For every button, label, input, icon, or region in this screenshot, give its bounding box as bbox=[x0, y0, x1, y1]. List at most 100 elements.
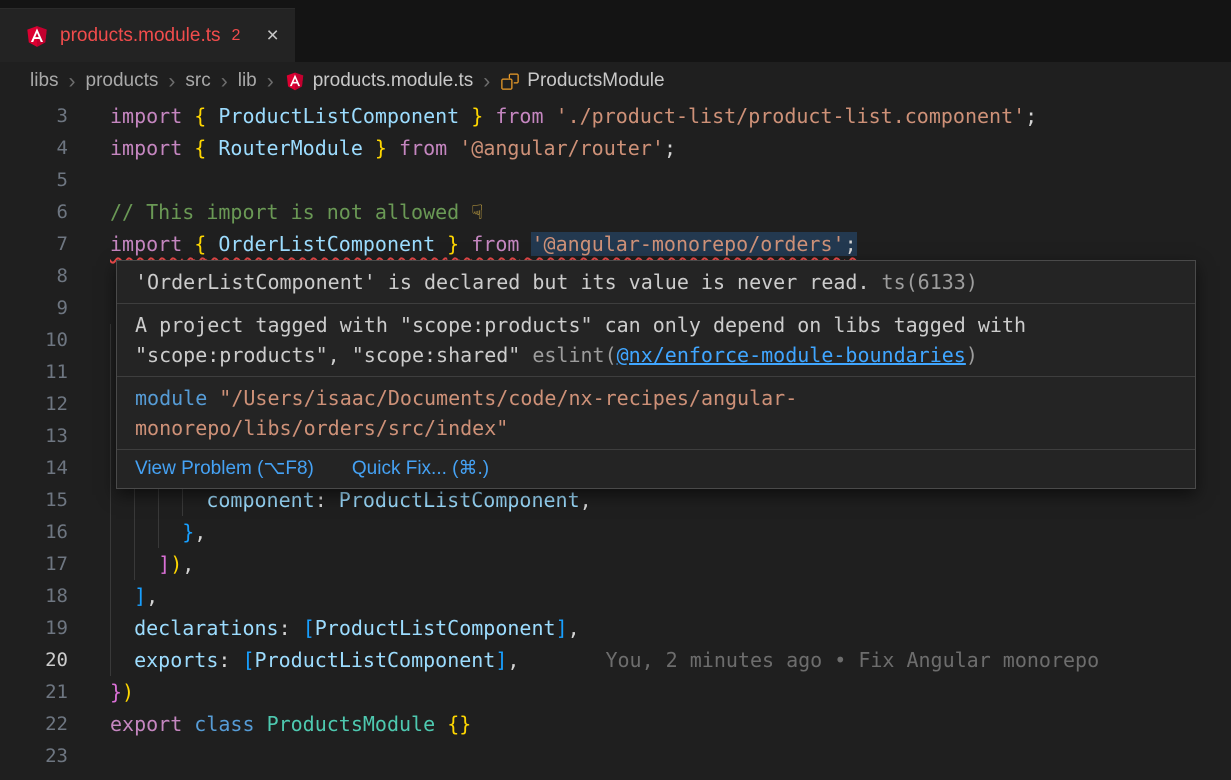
code-token bbox=[110, 584, 134, 608]
code-token: ] bbox=[134, 584, 146, 608]
code-token bbox=[110, 648, 134, 672]
breadcrumb-item-src[interactable]: src bbox=[185, 70, 210, 92]
code-token: import bbox=[110, 136, 182, 160]
indent-guide bbox=[110, 388, 111, 420]
line-number[interactable]: 14 bbox=[0, 452, 110, 484]
code-content[interactable]: ]), bbox=[110, 548, 194, 580]
code-token: from bbox=[471, 232, 519, 256]
code-token bbox=[110, 520, 182, 544]
code-content[interactable]: declarations: [ProductListComponent], bbox=[110, 612, 580, 644]
line-number[interactable]: 16 bbox=[0, 516, 110, 548]
code-token: } bbox=[182, 520, 194, 544]
line-number[interactable]: 10 bbox=[0, 324, 110, 356]
breadcrumb-item-products-module-ts[interactable]: products.module.ts bbox=[284, 70, 474, 92]
breadcrumb-item-libs[interactable]: libs bbox=[30, 70, 59, 92]
code-line-4: 4import { RouterModule } from '@angular/… bbox=[0, 132, 1231, 164]
line-number[interactable]: 12 bbox=[0, 388, 110, 420]
line-number[interactable]: 3 bbox=[0, 100, 110, 132]
code-token: , bbox=[580, 488, 592, 512]
angular-icon bbox=[284, 70, 306, 92]
code-token: RouterModule bbox=[206, 136, 375, 160]
line-number[interactable]: 8 bbox=[0, 260, 110, 292]
breadcrumb-item-lib[interactable]: lib bbox=[238, 70, 257, 92]
line-number[interactable]: 19 bbox=[0, 612, 110, 644]
breadcrumb-label: src bbox=[185, 70, 210, 92]
code-token bbox=[182, 232, 194, 256]
line-number[interactable]: 15 bbox=[0, 484, 110, 516]
code-token: ] bbox=[556, 616, 568, 640]
code-content[interactable]: export class ProductsModule {} bbox=[110, 708, 471, 740]
code-line-16: 16 }, bbox=[0, 516, 1231, 548]
line-number[interactable]: 21 bbox=[0, 676, 110, 708]
line-number[interactable]: 4 bbox=[0, 132, 110, 164]
hover-rows: 'OrderListComponent' is declared but its… bbox=[117, 261, 1195, 450]
tab-bar: products.module.ts 2 × bbox=[0, 0, 1231, 62]
code-token: : bbox=[218, 648, 242, 672]
hover-message-3: module "/Users/isaac/Documents/code/nx-r… bbox=[117, 377, 1195, 450]
code-token: [ bbox=[303, 616, 315, 640]
code-line-18: 18 ], bbox=[0, 580, 1231, 612]
code-token: export bbox=[110, 712, 182, 736]
code-content[interactable]: }) bbox=[110, 676, 134, 708]
editor: 3import { ProductListComponent } from '.… bbox=[0, 100, 1231, 780]
code-token: , bbox=[507, 648, 519, 672]
eslint-rule-link[interactable]: @nx/enforce-module-boundaries bbox=[617, 343, 966, 367]
line-number[interactable]: 5 bbox=[0, 164, 110, 196]
code-content[interactable]: // This import is not allowed ☟ bbox=[110, 196, 483, 228]
view-problem-action[interactable]: View Problem (⌥F8) bbox=[135, 456, 314, 482]
code-token bbox=[182, 104, 194, 128]
breadcrumb-item-products[interactable]: products bbox=[86, 70, 159, 92]
line-number[interactable]: 17 bbox=[0, 548, 110, 580]
code-token: exports bbox=[134, 648, 218, 672]
code-token bbox=[483, 104, 495, 128]
line-number[interactable]: 11 bbox=[0, 356, 110, 388]
code-content[interactable]: import { ProductListComponent } from './… bbox=[110, 100, 1037, 132]
line-number[interactable]: 18 bbox=[0, 580, 110, 612]
code-line-21: 21}) bbox=[0, 676, 1231, 708]
line-number[interactable]: 9 bbox=[0, 292, 110, 324]
code-token: ; bbox=[664, 136, 676, 160]
code-token: ] bbox=[495, 648, 507, 672]
code-token bbox=[459, 232, 471, 256]
indent-guide bbox=[110, 484, 111, 516]
indent-guide bbox=[110, 356, 111, 388]
code-token: from bbox=[399, 136, 447, 160]
code-token: '@angular/router' bbox=[459, 136, 664, 160]
code-content[interactable]: }, bbox=[110, 516, 206, 548]
code-token bbox=[447, 136, 459, 160]
breadcrumb-label: products bbox=[86, 70, 159, 92]
hover-message-line: 'OrderListComponent' is declared but its… bbox=[135, 267, 1177, 297]
code-token: ☟ bbox=[471, 200, 483, 224]
code-content[interactable]: import { OrderListComponent } from '@ang… bbox=[110, 228, 857, 260]
line-number[interactable]: 13 bbox=[0, 420, 110, 452]
line-number[interactable]: 22 bbox=[0, 708, 110, 740]
code-content[interactable]: exports: [ProductListComponent],You, 2 m… bbox=[110, 644, 1099, 676]
chevron-right-icon: › bbox=[483, 71, 490, 92]
hover-message-line: module "/Users/isaac/Documents/code/nx-r… bbox=[135, 383, 1177, 413]
code-token: { bbox=[194, 104, 206, 128]
line-number[interactable]: 7 bbox=[0, 228, 110, 260]
code-token: import bbox=[110, 232, 182, 256]
code-content[interactable]: ], bbox=[110, 580, 158, 612]
breadcrumb-item-productsmodule[interactable]: ProductsModule bbox=[500, 70, 664, 92]
indent-guide bbox=[110, 580, 111, 612]
code-token: } bbox=[471, 104, 483, 128]
code-token: ) bbox=[122, 680, 134, 704]
tab-products-module-ts[interactable]: products.module.ts 2 × bbox=[0, 8, 295, 62]
code-token: ] bbox=[158, 552, 170, 576]
code-token: ProductListComponent bbox=[339, 488, 580, 512]
quick-fix-action[interactable]: Quick Fix... (⌘.) bbox=[352, 456, 489, 482]
code-token: : bbox=[315, 488, 339, 512]
close-icon[interactable]: × bbox=[266, 25, 278, 46]
line-number[interactable]: 23 bbox=[0, 740, 110, 772]
code-token: import bbox=[110, 104, 182, 128]
line-number[interactable]: 6 bbox=[0, 196, 110, 228]
code-content[interactable]: import { RouterModule } from '@angular/r… bbox=[110, 132, 676, 164]
code-token: './product-list/product-list.component' bbox=[556, 104, 1026, 128]
code-token: // This import is not allowed bbox=[110, 200, 471, 224]
line-number[interactable]: 20 bbox=[0, 644, 110, 676]
hover-message-line: A project tagged with "scope:products" c… bbox=[135, 310, 1177, 340]
code-token bbox=[519, 232, 531, 256]
code-token: from bbox=[495, 104, 543, 128]
hover-message-line: "scope:products", "scope:shared" eslint(… bbox=[135, 340, 1177, 370]
